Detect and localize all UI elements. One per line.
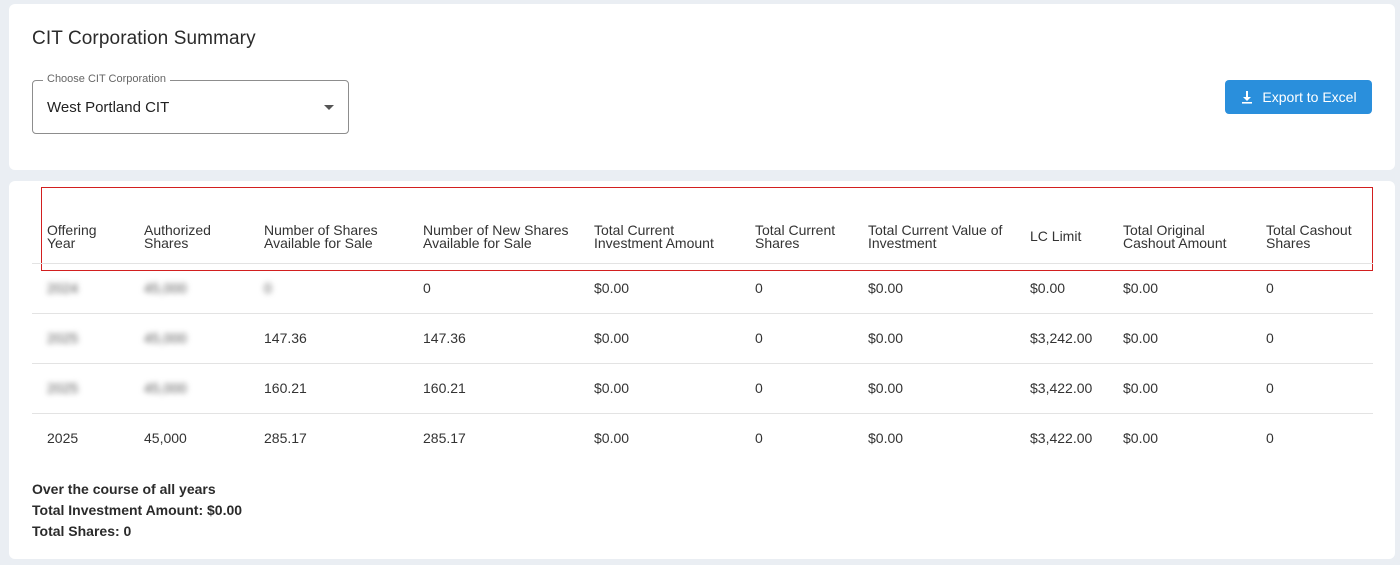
table-cell: $0.00	[594, 430, 630, 447]
export-button-label: Export to Excel	[1262, 89, 1357, 105]
table-cell: $0.00	[579, 363, 740, 414]
column-header: Authorized Shares	[144, 221, 211, 251]
table-cell: $0.00	[853, 363, 1015, 414]
offering-summary-table: Offering Year Authorized Shares Number of …	[32, 211, 1373, 463]
table-cell: 0	[1251, 363, 1373, 414]
column-header: Total Current Value of Investment	[868, 221, 1003, 251]
totals-summary: Over the course of all years Total Inves…	[32, 479, 242, 542]
summary-table-card: Offering Year Authorized Shares Number of …	[9, 181, 1395, 559]
column-header: Total Current Investment Amount	[594, 221, 714, 251]
table-cell: 0	[740, 263, 853, 314]
table-cell: 0	[1251, 313, 1373, 364]
table-row: 2025 45,000 160.21 160.21 $0.00 0 $0.00 $3,422.…	[32, 363, 1373, 414]
table-cell: $0.00	[1123, 430, 1159, 447]
table-cell: $0.00	[579, 313, 740, 364]
table-cell: $3,422.00	[1015, 363, 1108, 414]
column-header: LC Limit	[1030, 228, 1082, 245]
total-investment-amount: Total Investment Amount: $0.00	[32, 502, 243, 518]
table-cell: 160.21	[408, 363, 579, 414]
table-cell: 0	[1266, 430, 1274, 447]
table-cell: 285.17	[264, 430, 307, 447]
cit-corporation-select[interactable]: Choose CIT Corporation West Portland CIT	[32, 73, 349, 134]
table-cell: 2024	[32, 263, 129, 314]
table-cell: 2025	[47, 430, 79, 447]
summary-header-card: CIT Corporation Summary Choose CIT Corpo…	[9, 4, 1395, 170]
column-header: Total Cashout Shares	[1266, 221, 1352, 251]
table-cell: $0.00	[1108, 313, 1251, 364]
column-header: Total Current Shares	[755, 221, 836, 251]
page-title: CIT Corporation Summary	[32, 28, 256, 49]
table-cell: 0	[408, 263, 579, 314]
column-header: Offering Year	[47, 221, 97, 251]
table-cell: 147.36	[249, 313, 408, 364]
table-cell: $3,242.00	[1015, 313, 1108, 364]
table-cell: $3,422.00	[1030, 430, 1093, 447]
table-cell: 0	[1251, 263, 1373, 314]
table-cell: 0	[740, 313, 853, 364]
table-cell: 45,000	[129, 313, 249, 364]
table-row: 2025 45,000 147.36 147.36 $0.00 0 $0.00 $3,242.…	[32, 313, 1373, 364]
table-cell: $0.00	[853, 263, 1015, 314]
table-cell: $0.00	[1108, 363, 1251, 414]
column-header: Number of Shares Available for Sale	[264, 221, 378, 251]
table-row: 2024 45,000 0 0 $0.00 0 $0.00 $0.00 $0.00 0	[32, 263, 1373, 314]
table-cell: 160.21	[249, 363, 408, 414]
table-row: 2025 45,000 285.17 285.17 $0.00 0 $0.00 $3,422.…	[32, 413, 1373, 463]
table-cell: 285.17	[423, 430, 466, 447]
table-cell: 0	[755, 430, 763, 447]
column-header: Total Original Cashout Amount	[1123, 221, 1227, 251]
table-cell: 147.36	[408, 313, 579, 364]
select-label: Choose CIT Corporation	[43, 73, 171, 85]
total-shares: Total Shares: 0	[32, 523, 132, 539]
table-cell: $0.00	[1015, 263, 1108, 314]
table-cell: $0.00	[579, 263, 740, 314]
caret-down-icon	[324, 105, 334, 110]
table-cell: $0.00	[853, 313, 1015, 364]
table-cell: $0.00	[1108, 263, 1251, 314]
export-to-excel-button[interactable]: Export to Excel	[1225, 80, 1372, 114]
table-body: 2024 45,000 0 0 $0.00 0 $0.00 $0.00 $0.00 0 2025 45…	[32, 263, 1373, 463]
table-cell: 45,000	[129, 363, 249, 414]
table-cell: $0.00	[868, 430, 904, 447]
table-cell: 2025	[32, 363, 129, 414]
table-cell: 45,000	[144, 430, 187, 447]
select-value: West Portland CIT	[47, 99, 170, 116]
download-icon	[1242, 91, 1253, 104]
column-header: Number of New Shares Available for Sale	[423, 221, 569, 251]
table-header-row: Offering Year Authorized Shares Number of …	[32, 211, 1373, 263]
table-cell: 45,000	[129, 263, 249, 314]
table-cell: 2025	[32, 313, 129, 364]
table-cell: 0	[249, 263, 408, 314]
table-cell: 0	[740, 363, 853, 414]
summary-caption: Over the course of all years	[32, 481, 216, 497]
